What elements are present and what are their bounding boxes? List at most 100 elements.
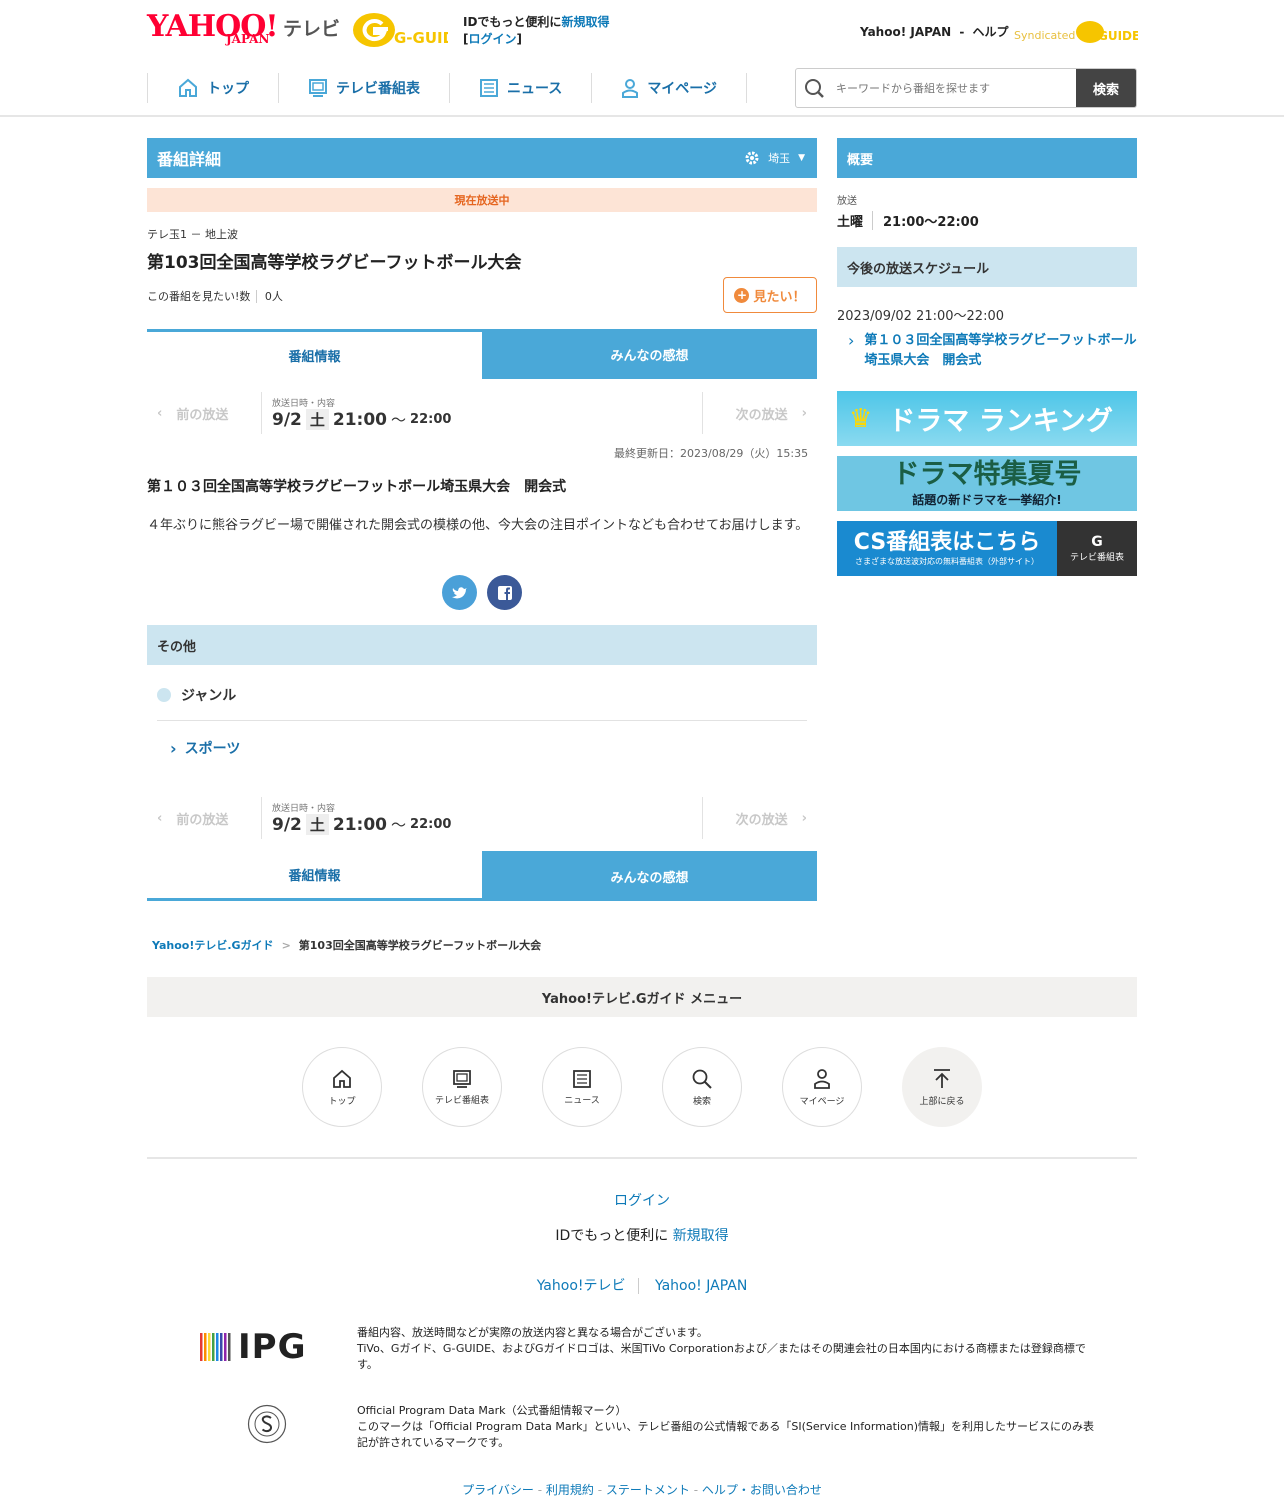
episode-title: 第１０３回全国高等学校ラグビーフットボール埼玉県大会 開会式 (147, 479, 567, 495)
search-input[interactable] (830, 69, 1076, 107)
id-promo-text: IDでもっと便利に (463, 15, 562, 29)
next-broadcast-button[interactable]: 次の放送 › (702, 797, 817, 839)
nav-tv-schedule[interactable]: テレビ番組表 (278, 73, 449, 103)
drama-special-banner[interactable]: ドラマ特集夏号 話題の新ドラマを一挙紹介! (837, 456, 1137, 511)
twitter-share-button[interactable] (442, 575, 477, 610)
banner-title: ドラマ特集夏号 (892, 459, 1082, 490)
cs-schedule-banner[interactable]: CS番組表はこちら さまざまな放送波対応の無料番組表（外部サイト） G テレビ番… (837, 521, 1137, 576)
breadcrumb-sep: > (281, 938, 291, 952)
tab-program-info[interactable]: 番組情報 (147, 851, 482, 901)
tab-program-info[interactable]: 番組情報 (147, 329, 482, 379)
tilde: 〜 (391, 411, 407, 429)
signup-link[interactable]: 新規取得 (561, 15, 609, 29)
broadcast-label: 放送日時・内容 (272, 804, 336, 814)
tab-reviews[interactable]: みんなの感想 (482, 851, 817, 901)
link-sep: - (537, 1483, 543, 1497)
genre-link-sports[interactable]: › スポーツ (170, 738, 240, 758)
header-links: Yahoo! JAPAN - ヘルプ (860, 23, 1009, 40)
broadcast-slot: 土曜 21:00〜22:00 (837, 211, 979, 230)
want-button[interactable]: + 見たい！ (723, 277, 817, 313)
overview-heading: 概要 (837, 138, 1137, 178)
broadcast-start: 21:00 (332, 409, 388, 430)
facebook-share-button[interactable] (487, 575, 522, 610)
opdm-mark-icon (247, 1404, 287, 1444)
footer-login-link[interactable]: ログイン (614, 1193, 670, 1209)
statement-link[interactable]: ステートメント (606, 1483, 690, 1497)
footer-menu-label: トップ (328, 1096, 356, 1107)
search-icon (805, 79, 824, 98)
back-to-top-button[interactable]: 上部に戻る (902, 1047, 982, 1127)
crown-icon: ♛ (849, 403, 873, 434)
svg-text:G-GUIDE: G-GUIDE (394, 29, 448, 47)
search-icon (692, 1069, 712, 1089)
footer-signup-link[interactable]: 新規取得 (673, 1228, 729, 1244)
schedule-title: 第１０３回全国高等学校ラグビーフットボール埼玉県大会 開会式 (864, 333, 1137, 368)
nav-label: トップ (207, 81, 249, 97)
breadcrumb-home[interactable]: Yahoo!テレビ.Gガイド (152, 937, 274, 953)
broadcast-label: 放送 (837, 196, 857, 207)
footer-menu-search[interactable]: 検索 (662, 1047, 742, 1127)
footer-id-promo: IDでもっと便利に 新規取得 (0, 1225, 1284, 1245)
last-updated: 最終更新日：2023/08/29（火）15:35 (614, 447, 809, 460)
footer-menu-top[interactable]: トップ (302, 1047, 382, 1127)
footer-menu-label: ニュース (564, 1095, 600, 1106)
legal-note: 番組内容、放送時間などが実際の放送内容と異なる場合がございます。 TiVo、Gガ… (357, 1325, 1102, 1373)
tab-reviews[interactable]: みんなの感想 (482, 329, 817, 379)
footer-yahoo-japan-link[interactable]: Yahoo! JAPAN (643, 1278, 747, 1294)
footer-menu: トップ テレビ番組表 ニュース 検索 マイページ 上部に戻る (302, 1047, 982, 1127)
tv-logo-text[interactable]: テレビ (283, 14, 340, 41)
nav-label: テレビ番組表 (336, 81, 420, 97)
terms-link[interactable]: 利用規約 (546, 1483, 594, 1497)
footer-menu-heading: Yahoo!テレビ.Gガイド メニュー (147, 977, 1137, 1017)
prev-broadcast-button[interactable]: ‹ 前の放送 (147, 797, 262, 839)
chevron-right-icon: › (170, 738, 177, 758)
chevron-left-icon: ‹ (157, 405, 163, 421)
drama-ranking-banner[interactable]: ♛ ドラマ ランキング (837, 391, 1137, 446)
want-button-label: 見たい！ (753, 289, 806, 305)
news-icon (573, 1069, 591, 1088)
link-sep: - (597, 1483, 603, 1497)
tv-icon (453, 1069, 471, 1088)
region-selector[interactable]: 埼玉 ▼ (744, 150, 805, 166)
privacy-link[interactable]: プライバシー (462, 1483, 534, 1497)
ipg-stripes-icon (200, 1333, 231, 1361)
schedule-item-link[interactable]: › 第１０３回全国高等学校ラグビーフットボール埼玉県大会 開会式 (848, 331, 1137, 371)
footer-menu-tv-schedule[interactable]: テレビ番組表 (422, 1047, 502, 1127)
footer-menu-news[interactable]: ニュース (542, 1047, 622, 1127)
breadcrumb: Yahoo!テレビ.Gガイド > 第103回全国高等学校ラグビーフットボール大会 (152, 937, 541, 953)
banner-subtitle: 話題の新ドラマを一挙紹介! (912, 493, 1062, 507)
detail-header: 番組詳細 埼玉 ▼ (147, 138, 817, 178)
bullet-icon (157, 688, 171, 702)
syndicated-gguide-logo[interactable]: Syndicated GUIDE (1014, 17, 1138, 45)
main-nav: トップ テレビ番組表 ニュース マイページ (147, 73, 748, 103)
footer-menu-label: 上部に戻る (919, 1096, 965, 1107)
nav-news[interactable]: ニュース (449, 73, 591, 103)
broadcast-time: 21:00〜22:00 (883, 215, 979, 230)
next-broadcast-button[interactable]: 次の放送 › (702, 392, 817, 434)
gguide-logo[interactable]: G-GUIDE (352, 12, 448, 48)
opdm-title: Official Program Data Mark（公式番組情報マーク） (357, 1404, 627, 1417)
other-section-heading: その他 (147, 625, 817, 665)
footer-menu-mypage[interactable]: マイページ (782, 1047, 862, 1127)
footer-yahoo-tv-link[interactable]: Yahoo!テレビ (536, 1278, 639, 1294)
nav-top[interactable]: トップ (147, 73, 278, 103)
schedule-date: 2023/09/02 21:00〜22:00 (837, 309, 1004, 324)
genre-value: スポーツ (184, 741, 241, 757)
broadcast-date: 9/2 (272, 814, 302, 835)
help-contact-link[interactable]: ヘルプ・お問い合わせ (702, 1483, 822, 1497)
channel-name: テレ玉1 (147, 228, 187, 241)
help-link[interactable]: ヘルプ (973, 25, 1009, 39)
broadcast-time: 放送日時・内容 9/2 土 21:00 〜 22:00 (262, 801, 702, 835)
genre-heading: ジャンル (157, 685, 236, 705)
yahoo-japan-link[interactable]: Yahoo! JAPAN (860, 25, 951, 39)
divider (157, 720, 807, 721)
chevron-right-icon: › (801, 810, 807, 826)
share-buttons (442, 575, 522, 610)
broadcast-date: 9/2 (272, 409, 302, 430)
legal-note-line2: TiVo、Gガイド、G-GUIDE、およびGガイドロゴは、米国TiVo Corp… (357, 1342, 1086, 1371)
search-button[interactable]: 検索 (1076, 69, 1136, 107)
nav-mypage[interactable]: マイページ (591, 73, 748, 103)
plus-circle-icon: + (734, 287, 750, 303)
prev-broadcast-button[interactable]: ‹ 前の放送 (147, 392, 262, 434)
login-link[interactable]: ログイン (468, 32, 516, 46)
